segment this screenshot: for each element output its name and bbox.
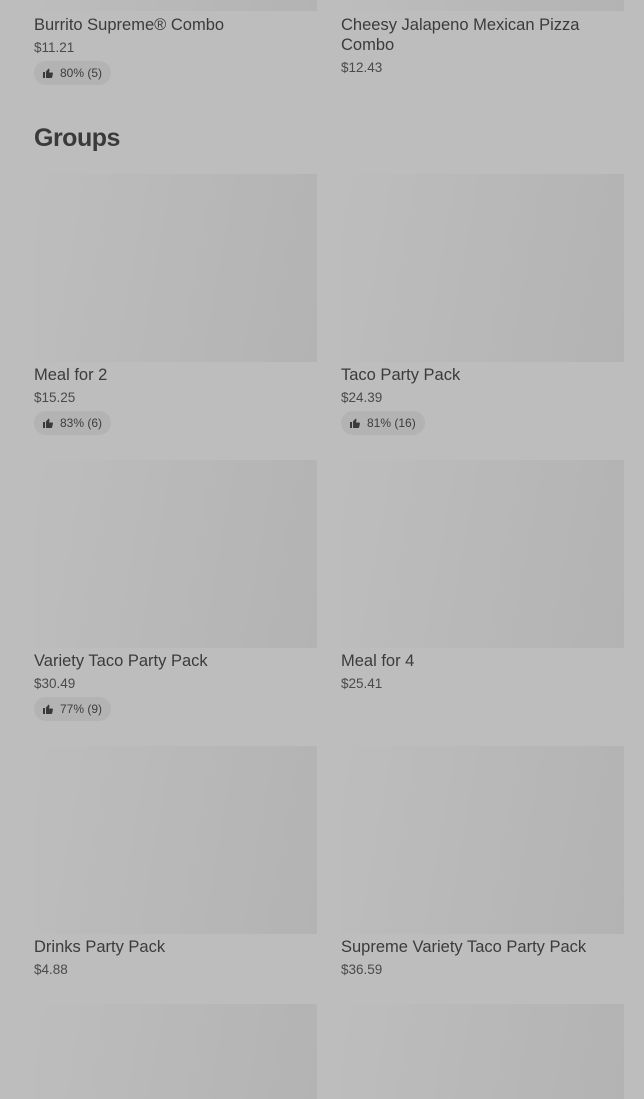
rating-text: 81% (16)	[367, 416, 416, 430]
menu-item-taco-party-pack[interactable]: Taco Party Pack $24.39 81% (16)	[341, 365, 624, 435]
thumbs-up-icon	[43, 68, 53, 78]
item-name: Meal for 4	[341, 652, 415, 670]
item-price: $12.43	[341, 60, 383, 75]
thumbs-up-icon	[43, 704, 53, 714]
rating-badge: 81% (16)	[341, 411, 425, 435]
thumbs-up-icon	[350, 418, 360, 428]
item-name: Meal for 2	[34, 366, 108, 384]
menu-item-meal-for-2[interactable]: Meal for 2 $15.25 83% (6)	[34, 365, 317, 435]
item-image-partial-left[interactable]	[34, 1004, 317, 1099]
item-image-supreme-variety-taco-party-pack[interactable]	[341, 746, 624, 934]
menu-item-cheesy-jalapeno-pizza-combo[interactable]: Cheesy Jalapeno Mexican Pizza Combo $12.…	[341, 15, 624, 76]
rating-badge: 77% (9)	[34, 697, 112, 721]
rating-text: 83% (6)	[60, 416, 103, 430]
item-image-partial-right[interactable]	[341, 1004, 624, 1099]
item-price: $25.41	[341, 676, 383, 691]
item-image-meal-for-2[interactable]	[34, 174, 317, 362]
item-image-variety-taco-party-pack[interactable]	[34, 460, 317, 648]
item-image-meal-for-4[interactable]	[341, 460, 624, 648]
item-name: Drinks Party Pack	[34, 938, 166, 956]
rating-text: 77% (9)	[60, 702, 103, 716]
item-image-taco-party-pack[interactable]	[341, 174, 624, 362]
item-name: Taco Party Pack	[341, 366, 461, 384]
item-name: Supreme Variety Taco Party Pack	[341, 938, 587, 956]
item-image-cheesy-jalapeno-pizza-combo[interactable]	[341, 0, 624, 11]
item-name: Variety Taco Party Pack	[34, 652, 208, 670]
thumbs-up-icon	[43, 418, 53, 428]
menu-item-meal-for-4[interactable]: Meal for 4 $25.41	[341, 651, 624, 692]
item-price: $11.21	[34, 40, 75, 55]
item-price: $15.25	[34, 390, 76, 405]
item-price: $30.49	[34, 676, 76, 691]
item-name: Cheesy Jalapeno Mexican Pizza Combo	[341, 16, 580, 54]
menu-item-drinks-party-pack[interactable]: Drinks Party Pack $4.88	[34, 937, 317, 978]
menu-item-variety-taco-party-pack[interactable]: Variety Taco Party Pack $30.49 77% (9)	[34, 651, 317, 721]
item-name: Burrito Supreme® Combo	[34, 16, 225, 34]
item-price: $36.59	[341, 962, 383, 977]
item-price: $24.39	[341, 390, 383, 405]
item-image-burrito-supreme-combo[interactable]	[34, 0, 317, 11]
item-image-drinks-party-pack[interactable]	[34, 746, 317, 934]
rating-badge: 83% (6)	[34, 411, 112, 435]
item-price: $4.88	[34, 962, 68, 977]
section-title-groups: Groups	[34, 124, 120, 152]
rating-badge: 80% (5)	[34, 61, 112, 85]
menu-item-supreme-variety-taco-party-pack[interactable]: Supreme Variety Taco Party Pack $36.59	[341, 937, 624, 978]
menu-item-burrito-supreme-combo[interactable]: Burrito Supreme® Combo $11.21 80% (5)	[34, 15, 317, 85]
rating-text: 80% (5)	[60, 66, 103, 80]
